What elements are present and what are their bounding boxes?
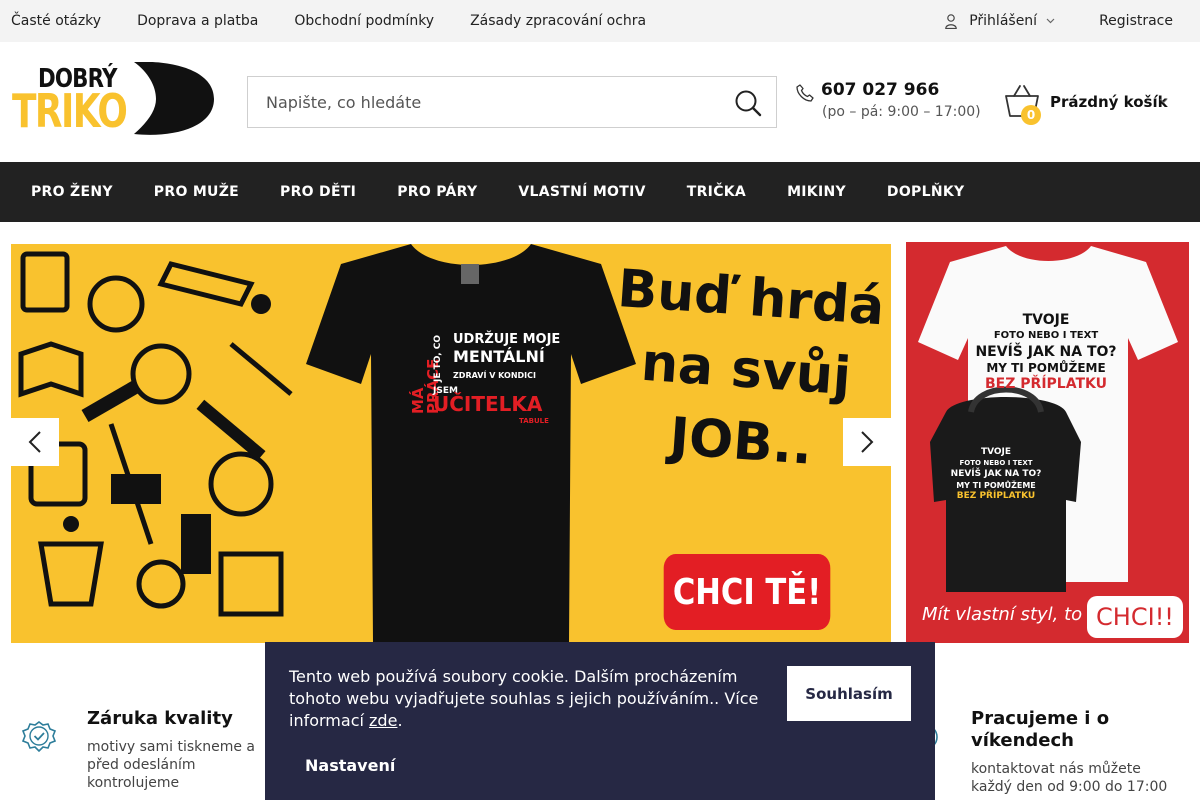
side-banner-text: TVOJE FOTO NEBO I TEXT NEVÍŠ JAK NA TO? … <box>946 312 1146 392</box>
link-faq[interactable]: Časté otázky <box>11 13 101 29</box>
nav-custom-motif[interactable]: VLASTNÍ MOTIV <box>518 184 645 200</box>
nav-kids[interactable]: PRO DĚTI <box>280 184 356 200</box>
search-input[interactable] <box>248 77 718 127</box>
link-terms[interactable]: Obchodní podmínky <box>294 13 434 29</box>
link-privacy[interactable]: Zásady zpracování ochra <box>470 13 646 29</box>
banner-line: TVOJE <box>1022 312 1070 328</box>
phone-icon <box>796 84 814 102</box>
banner-line: MY TI POMŮŽEME <box>986 361 1106 375</box>
cart-button[interactable]: 0 Prázdný košík <box>1004 84 1174 125</box>
white-tshirt-image <box>918 246 1178 592</box>
banner-line: BEZ PŘÍPLATKU <box>985 376 1107 392</box>
nav-hoodies[interactable]: MIKINY <box>787 184 846 200</box>
feature-title: Pracujeme i o víkendech <box>971 708 1110 751</box>
user-icon <box>945 13 958 29</box>
nav-tshirts[interactable]: TRIČKA <box>687 184 746 200</box>
side-banner-caption: Mít vlastní styl, to <box>922 604 1083 625</box>
side-banner-cta[interactable]: CHCI!! <box>1087 596 1183 638</box>
main-nav: PRO ŽENY PRO MUŽE PRO DĚTI PRO PÁRY VLAS… <box>0 162 1200 222</box>
cookie-settings-button[interactable]: Nastavení <box>305 756 395 775</box>
slider-prev-button[interactable] <box>11 418 59 466</box>
shirt-text: ZDRAVÍ V KONDICI <box>453 371 536 380</box>
nav-women[interactable]: PRO ŽENY <box>31 184 113 200</box>
shirt-text: UČITELKA <box>433 392 543 416</box>
slider-next-button[interactable] <box>843 418 891 466</box>
phone-number[interactable]: 607 027 966 <box>821 80 939 100</box>
shirt-print: MÁ PRÁCE JE TO, CO UDRŽUJE MOJE MENTÁLNÍ… <box>409 326 571 436</box>
top-bar: Časté otázky Doprava a platba Obchodní p… <box>0 0 1200 42</box>
login-label: Přihlášení <box>969 13 1038 29</box>
cookie-period: . <box>397 711 403 730</box>
shirt-text: MENTÁLNÍ <box>453 347 545 366</box>
feature-desc: motivy sami tiskneme a před odesláním ko… <box>87 739 255 791</box>
search-box <box>247 76 777 128</box>
chevron-left-icon <box>28 431 41 453</box>
cookie-consent-bar: Tento web používá soubory cookie. Dalším… <box>265 642 935 800</box>
banner-line: MY TI POMŮŽEME <box>956 481 1036 490</box>
phone-hours: (po – pá: 9:00 – 17:00) <box>822 104 981 120</box>
cart-label: Prázdný košík <box>1050 93 1168 111</box>
logo-d-shape <box>134 62 214 135</box>
chevron-down-icon <box>1159 98 1168 104</box>
cookie-info-link[interactable]: zde <box>369 711 397 730</box>
nav-accessories[interactable]: DOPLŇKY <box>887 184 965 200</box>
site-logo[interactable]: DOBRÝ TRIKO <box>12 62 214 136</box>
chevron-right-icon <box>861 431 874 453</box>
banner-line: FOTO NEBO I TEXT <box>993 330 1099 341</box>
banner-line: NEVÍŠ JAK NA TO? <box>950 469 1042 479</box>
feature-desc: kontaktovat nás můžete každý den od 9:00… <box>971 761 1168 795</box>
register-link[interactable]: Registrace <box>1099 13 1173 29</box>
shirt-text: MÁ PRÁCE <box>409 358 442 414</box>
hero-slide[interactable]: MÁ PRÁCE JE TO, CO UDRŽUJE MOJE MENTÁLNÍ… <box>11 244 891 643</box>
login-dropdown[interactable]: Přihlášení <box>945 13 1067 29</box>
black-tshirt-image <box>306 244 636 643</box>
nav-couples[interactable]: PRO PÁRY <box>397 184 477 200</box>
top-links: Časté otázky Doprava a platba Obchodní p… <box>11 0 682 42</box>
hero-cta-button[interactable]: CHCI TĚ! <box>663 554 831 630</box>
side-banner-hoodie-text: TVOJE FOTO NEBO I TEXT NEVÍŠ JAK NA TO? … <box>926 447 1066 502</box>
cookie-message: Tento web používá soubory cookie. Dalším… <box>289 667 759 730</box>
nav-men[interactable]: PRO MUŽE <box>154 184 239 200</box>
banner-line: FOTO NEBO I TEXT <box>959 459 1033 467</box>
logo-text-main: TRIKO <box>12 84 128 138</box>
search-icon[interactable] <box>734 89 762 117</box>
shirt-text: UDRŽUJE MOJE <box>453 332 561 347</box>
cookie-accept-button[interactable]: Souhlasím <box>787 666 911 721</box>
banner-line: TVOJE <box>980 447 1012 457</box>
custom-print-banner[interactable]: TVOJE FOTO NEBO I TEXT NEVÍŠ JAK NA TO? … <box>906 242 1189 643</box>
quality-badge-icon <box>22 721 56 753</box>
shirt-text: JE TO, CO <box>433 334 443 382</box>
shirt-text: TABULE <box>519 417 549 425</box>
banner-line: BEZ PŘÍPLATKU <box>956 491 1036 501</box>
banner-line: NEVÍŠ JAK NA TO? <box>975 344 1117 360</box>
chevron-down-icon <box>1046 18 1055 24</box>
cookie-text: Tento web používá soubory cookie. Dalším… <box>289 666 759 732</box>
feature-title: Záruka kvality <box>87 708 233 729</box>
cart-count-badge: 0 <box>1021 105 1041 125</box>
link-shipping[interactable]: Doprava a platba <box>137 13 258 29</box>
